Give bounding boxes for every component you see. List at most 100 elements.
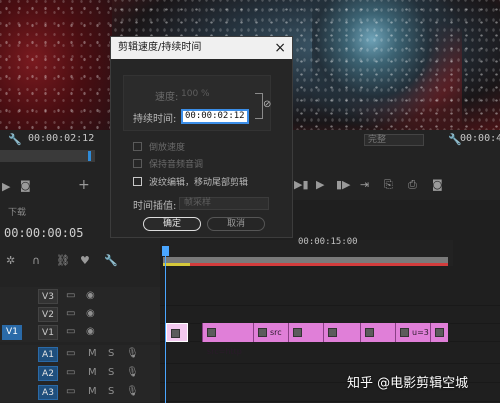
clip[interactable]: src xyxy=(253,323,288,342)
track-name[interactable]: A1 xyxy=(38,347,58,362)
maintain-pitch-label: 保持音频音调 xyxy=(149,160,204,170)
clip-label: u=3 xyxy=(412,328,429,337)
track-header: V1 V1 ▭ ◉ xyxy=(0,323,160,342)
fx-badge-icon xyxy=(207,328,216,337)
track-row-v3[interactable]: V3 ▭ ◉ xyxy=(0,287,500,306)
filmstrip-icon[interactable]: ▭ xyxy=(66,386,75,397)
clip[interactable] xyxy=(166,323,188,342)
chain-link-icon[interactable]: ⊘ xyxy=(263,99,271,110)
filmstrip-icon[interactable]: ▭ xyxy=(66,290,75,301)
track-row-a1[interactable]: A1 ▭ M S 🎙 xyxy=(0,345,500,364)
linked-selection-icon[interactable]: ⛓ xyxy=(56,255,70,266)
play-icon[interactable]: ▶ xyxy=(316,179,324,190)
source-monitor-video xyxy=(0,0,112,150)
ruler-timecode: 00:00:15:00 xyxy=(298,237,358,247)
program-timecode[interactable]: 00:00:40 xyxy=(460,133,500,144)
microphone-icon[interactable]: 🎙 xyxy=(126,348,139,359)
track-name[interactable]: A3 xyxy=(38,385,58,400)
render-bar-yellow xyxy=(163,263,190,266)
wrench-icon[interactable]: 🔧 xyxy=(104,255,118,266)
source-patch-target[interactable] xyxy=(2,366,22,381)
playhead-line[interactable] xyxy=(165,248,166,403)
timeline-tab[interactable]: 下载 xyxy=(8,205,26,218)
track-name[interactable]: A2 xyxy=(38,366,58,381)
clip[interactable] xyxy=(288,323,323,342)
dialog-title: 剪辑速度/持续时间 xyxy=(111,37,292,59)
source-patch-target[interactable] xyxy=(2,307,22,322)
maintain-pitch-checkbox[interactable] xyxy=(133,159,142,168)
fx-badge-icon xyxy=(171,329,180,338)
fx-badge-icon xyxy=(258,328,267,337)
fit-select[interactable]: 完整 xyxy=(364,134,424,146)
clip-label: src xyxy=(270,328,282,337)
clip[interactable] xyxy=(430,323,448,342)
filmstrip-icon[interactable]: ▭ xyxy=(66,308,75,319)
snap-icon[interactable]: ✲ xyxy=(6,255,15,266)
reverse-speed-checkbox[interactable] xyxy=(133,142,142,151)
track-row-v2[interactable]: V2 ▭ ◉ xyxy=(0,305,500,324)
solo-button[interactable]: S xyxy=(108,367,114,378)
track-name[interactable]: V3 xyxy=(38,289,58,304)
microphone-icon[interactable]: 🎙 xyxy=(126,386,139,397)
extract-icon[interactable]: ⎙ xyxy=(408,179,417,190)
solo-button[interactable]: S xyxy=(108,386,114,397)
play-icon[interactable]: ▶ xyxy=(2,181,10,192)
go-to-out-icon[interactable]: ⇥ xyxy=(360,179,369,190)
fx-badge-icon xyxy=(328,328,337,337)
camera-icon[interactable]: ◙ xyxy=(20,180,31,191)
playhead-handle[interactable] xyxy=(162,246,169,256)
microphone-icon[interactable]: 🎙 xyxy=(126,367,139,378)
duration-input[interactable]: 00:00:02:12 xyxy=(181,109,249,124)
fx-badge-icon xyxy=(435,328,444,337)
mark-in-icon[interactable]: ▶▮ xyxy=(294,179,309,190)
clip-label: src=http xyxy=(207,347,242,356)
ripple-edit-label: 波纹编辑，移动尾部剪辑 xyxy=(149,178,249,188)
source-patch-target[interactable]: V1 xyxy=(2,325,22,340)
solo-button[interactable]: S xyxy=(108,348,114,359)
track-header: A3 ▭ M S 🎙 xyxy=(0,383,160,402)
eye-icon[interactable]: ◉ xyxy=(86,308,95,319)
reverse-speed-label: 倒放速度 xyxy=(149,143,186,153)
link-bracket xyxy=(255,93,263,119)
filmstrip-icon[interactable]: ▭ xyxy=(66,326,75,337)
clip[interactable] xyxy=(323,323,360,342)
source-patch-target[interactable] xyxy=(2,289,22,304)
source-patch-target[interactable] xyxy=(2,347,22,362)
track-header: A1 ▭ M S 🎙 xyxy=(0,345,160,364)
source-scrub-bar[interactable] xyxy=(0,150,95,162)
filmstrip-icon[interactable]: ▭ xyxy=(66,348,75,359)
timeline-timecode[interactable]: 00:00:00:05 xyxy=(4,226,83,240)
speed-value[interactable]: 100 % xyxy=(181,89,210,99)
close-icon[interactable]: × xyxy=(274,38,286,58)
marker-icon[interactable]: ♥ xyxy=(80,255,90,266)
ripple-edit-checkbox[interactable] xyxy=(133,177,142,186)
render-bar-red xyxy=(190,263,448,266)
filmstrip-icon[interactable]: ▭ xyxy=(66,367,75,378)
cancel-button[interactable]: 取消 xyxy=(207,217,265,231)
track-name[interactable]: V1 xyxy=(38,325,58,340)
clip[interactable]: src=http xyxy=(202,323,253,356)
mute-button[interactable]: M xyxy=(88,386,97,397)
wrench-icon[interactable]: 🔧 xyxy=(8,134,22,145)
eye-icon[interactable]: ◉ xyxy=(86,326,95,337)
track-header: V2 ▭ ◉ xyxy=(0,305,160,324)
camera-icon[interactable]: ◙ xyxy=(432,179,443,190)
ok-button[interactable]: 确定 xyxy=(143,217,201,231)
lift-icon[interactable]: ⎘ xyxy=(384,179,393,190)
clip[interactable] xyxy=(360,323,395,342)
duration-label: 持续时间: xyxy=(133,114,177,125)
add-icon[interactable]: + xyxy=(78,178,90,192)
eye-icon[interactable]: ◉ xyxy=(86,290,95,301)
mute-button[interactable]: M xyxy=(88,367,97,378)
source-playhead[interactable] xyxy=(88,151,91,161)
time-interp-select[interactable]: 帧采样 xyxy=(179,197,269,210)
program-monitor-controls: 完整 🔧 00:00:40 ▶▮ ▶ ▮▶ ⇥ ⎘ ⎙ ◙ xyxy=(292,130,500,200)
track-name[interactable]: V2 xyxy=(38,307,58,322)
source-timecode[interactable]: 00:00:02:12 xyxy=(28,133,94,144)
mute-button[interactable]: M xyxy=(88,348,97,359)
step-forward-icon[interactable]: ▮▶ xyxy=(336,179,351,190)
source-patch-target[interactable] xyxy=(2,385,22,400)
fx-badge-icon xyxy=(365,328,374,337)
magnet-icon[interactable]: ∩ xyxy=(32,255,40,266)
clip[interactable]: u=3 xyxy=(395,323,430,342)
